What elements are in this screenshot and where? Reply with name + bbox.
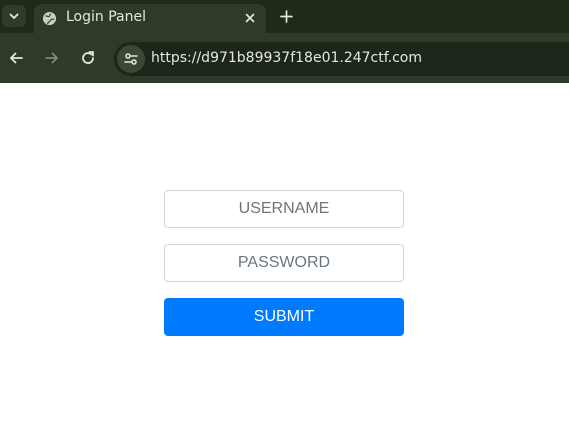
- url-text: https://d971b89937f18e01.247ctf.com: [151, 50, 423, 66]
- site-info-button[interactable]: [117, 45, 145, 73]
- tab-close-button[interactable]: [242, 10, 258, 26]
- address-bar[interactable]: https://d971b89937f18e01.247ctf.com: [114, 42, 569, 76]
- tab-title: Login Panel: [66, 9, 146, 25]
- forward-button[interactable]: [42, 48, 62, 68]
- chevron-down-icon: [9, 13, 19, 19]
- close-icon: [245, 13, 255, 23]
- arrow-right-icon: [45, 52, 58, 64]
- username-input[interactable]: [164, 190, 404, 228]
- submit-button[interactable]: SUBMIT: [164, 298, 404, 336]
- plus-icon: [279, 9, 293, 23]
- tab-search-button[interactable]: [2, 5, 26, 27]
- arrow-left-icon: [10, 52, 23, 64]
- tab-active[interactable]: Login Panel: [34, 4, 266, 33]
- browser-toolbar: https://d971b89937f18e01.247ctf.com: [0, 33, 569, 83]
- password-input[interactable]: [164, 244, 404, 282]
- page-content: SUBMIT: [0, 83, 569, 440]
- tune-icon: [124, 53, 138, 65]
- new-tab-button[interactable]: [276, 6, 296, 26]
- tab-strip: Login Panel: [0, 0, 569, 33]
- reload-button[interactable]: [78, 48, 98, 68]
- back-button[interactable]: [6, 48, 26, 68]
- reload-icon: [82, 51, 94, 64]
- globe-icon: [42, 11, 57, 26]
